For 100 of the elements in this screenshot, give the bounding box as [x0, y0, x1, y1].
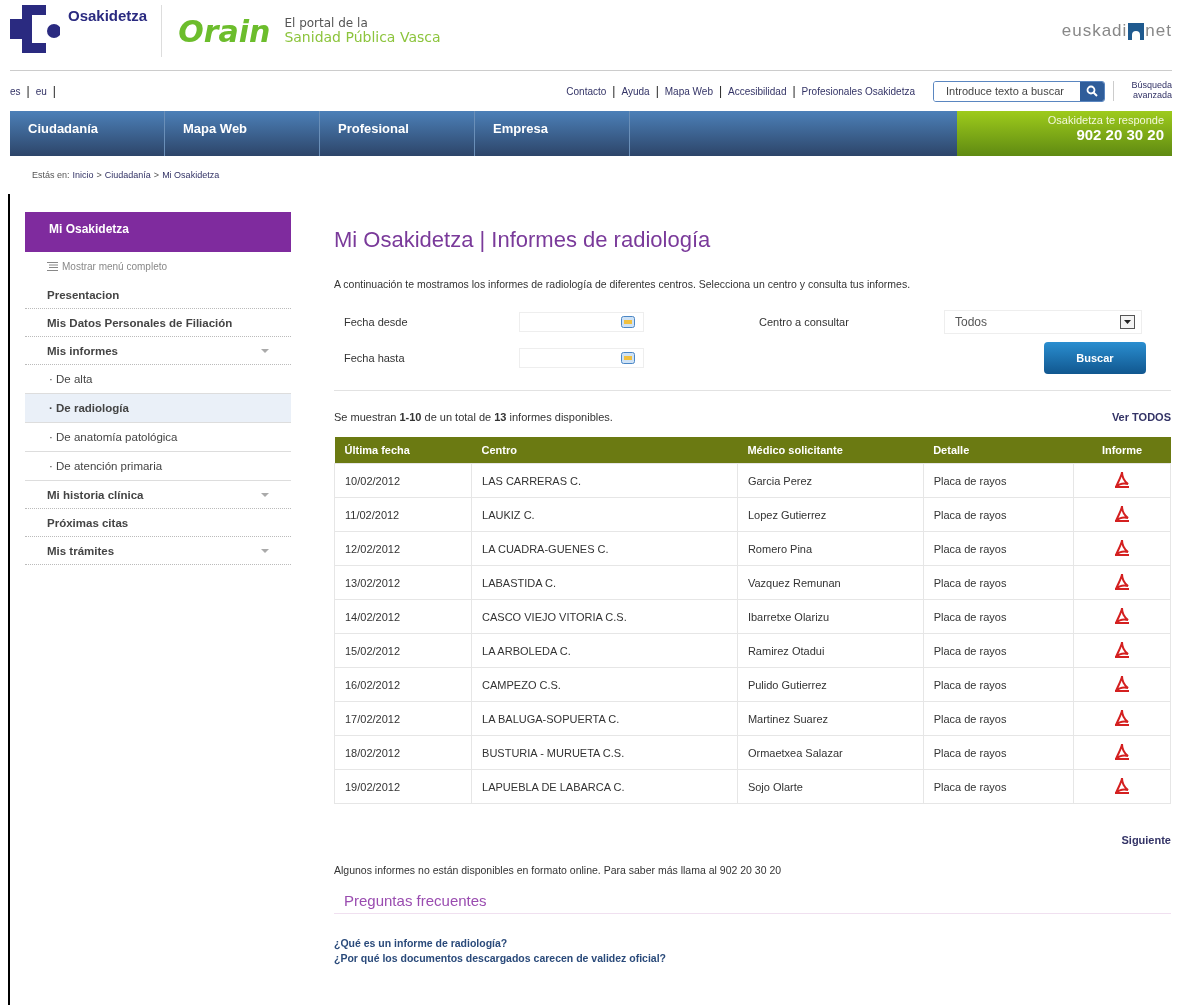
breadcrumb-link[interactable]: Ciudadanía [104, 170, 151, 180]
table-cell: Placa de rayos [923, 633, 1074, 668]
partner-logo-text: euskadi [1061, 21, 1128, 41]
brand-name: Osakidetza [68, 7, 148, 24]
pdf-icon[interactable] [1114, 504, 1131, 523]
calendar-icon[interactable] [621, 352, 635, 364]
table-cell: 10/02/2012 [334, 463, 472, 498]
search-field[interactable]: Introduce texto a buscar [933, 80, 1105, 102]
table-cell: CASCO VIEJO VITORIA C.S. [471, 599, 738, 634]
nav-item[interactable]: Profesional [320, 111, 475, 156]
column-header: Médico solicitante [737, 437, 924, 464]
link-separator: | [717, 84, 724, 98]
sidebar-title: Mi Osakidetza [25, 212, 291, 252]
nav-item[interactable]: Empresa [475, 111, 630, 156]
pdf-icon[interactable] [1114, 776, 1131, 795]
faq-link[interactable]: ¿Qué es un informe de radiología? [334, 936, 1171, 951]
table-cell: CAMPEZO C.S. [471, 667, 738, 702]
pdf-icon[interactable] [1114, 640, 1131, 659]
view-all-link[interactable]: Ver TODOS [1111, 411, 1171, 423]
sidebar-item[interactable]: Próximas citas [25, 509, 291, 537]
table-cell: Placa de rayos [923, 701, 1074, 736]
contact-label: Osakidetza te responde [1046, 114, 1164, 126]
contact-phone: 902 20 30 20 [1075, 126, 1164, 143]
sidebar-item[interactable]: Presentacion [25, 281, 291, 309]
breadcrumb-link[interactable]: Mi Osakidetza [162, 170, 220, 180]
search-button[interactable] [1080, 81, 1104, 101]
arch-icon [1128, 22, 1145, 40]
table-cell: Ibarretxe Olarizu [737, 599, 924, 634]
language-link[interactable]: es [10, 85, 21, 97]
field-label: Centro a consultar [759, 316, 850, 328]
table-cell: Sojo Olarte [737, 769, 924, 804]
link-separator: | [791, 84, 797, 98]
sidebar-item[interactable]: Mis informes [25, 337, 291, 365]
pdf-icon[interactable] [1114, 606, 1131, 625]
pdf-icon[interactable] [1114, 674, 1131, 693]
table-cell: Placa de rayos [923, 531, 1074, 566]
table-cell: Placa de rayos [923, 769, 1074, 804]
dropdown-icon [1120, 315, 1135, 329]
portal-tagline: Sanidad Pública Vasca [284, 29, 441, 46]
language-link[interactable]: eu [35, 85, 47, 97]
table-cell: 13/02/2012 [334, 565, 472, 600]
table-cell: 14/02/2012 [334, 599, 472, 634]
partner-logo-text: net [1145, 21, 1172, 41]
breadcrumb-link[interactable]: Inicio [72, 170, 94, 180]
utility-link[interactable]: Ayuda [621, 85, 650, 97]
table-cell: 19/02/2012 [334, 769, 472, 804]
link-separator: | [51, 84, 57, 98]
intro-text: A continuación te mostramos los informes de radiología de diferentes centros. Selecciona un centro y consulta tus informes. [334, 278, 912, 290]
sidebar-subitem[interactable]: · De radiología [25, 394, 291, 423]
sidebar-item[interactable]: Mis trámites [25, 537, 291, 565]
utility-link[interactable]: Contacto [566, 85, 607, 97]
table-cell: Ramirez Otadui [737, 633, 924, 668]
next-page-link[interactable]: Siguiente [1121, 834, 1171, 846]
results-summary: Se muestran 1-10 de un total de 13 informes disponibles. [334, 411, 613, 423]
table-cell: 15/02/2012 [334, 633, 472, 668]
menu-icon[interactable] [47, 262, 58, 271]
cross-logo-icon [10, 5, 60, 53]
pdf-icon[interactable] [1114, 572, 1131, 591]
table-cell: 18/02/2012 [334, 735, 472, 770]
search-button[interactable]: Buscar [1044, 342, 1146, 374]
column-header: Última fecha [334, 437, 472, 464]
utility-link[interactable]: Accesibilidad [728, 85, 787, 97]
table-cell: 11/02/2012 [334, 497, 472, 532]
table-cell: Vazquez Remunan [737, 565, 924, 600]
sidebar-item[interactable]: Mis Datos Personales de Filiación [25, 309, 291, 337]
faq-link[interactable]: ¿Por qué los documentos descargados carecen de validez oficial? [334, 951, 1171, 966]
column-header: Informe [1073, 437, 1171, 464]
table-cell: Lopez Gutierrez [737, 497, 924, 532]
utility-link[interactable]: Mapa Web [664, 85, 713, 97]
menu-toggle-link[interactable]: Mostrar menú completo [62, 261, 168, 272]
field-label: Fecha desde [344, 316, 409, 328]
date-field[interactable] [519, 312, 644, 332]
center-dropdown[interactable]: Todos [944, 310, 1142, 334]
table-cell: Garcia Perez [737, 463, 924, 498]
table-cell: LAPUEBLA DE LABARCA C. [471, 769, 738, 804]
pdf-icon[interactable] [1114, 470, 1131, 489]
sidebar-subitem[interactable]: · De anatomía patológica [25, 423, 291, 452]
date-field[interactable] [519, 348, 644, 368]
calendar-icon[interactable] [621, 316, 635, 328]
table-cell: Romero Pina [737, 531, 924, 566]
utility-link[interactable]: Profesionales Osakidetza [801, 85, 915, 97]
page-title: Mi Osakidetza | Informes de radiología [334, 227, 712, 253]
link-separator: | [25, 84, 31, 98]
pdf-icon[interactable] [1114, 538, 1131, 557]
sidebar-item[interactable]: Mi historia clínica [25, 481, 291, 509]
sidebar-subitem[interactable]: · De atención primaria [25, 452, 291, 481]
table-cell: Martinez Suarez [737, 701, 924, 736]
table-cell: LA BALUGA-SOPUERTA C. [471, 701, 738, 736]
table-cell: LA CUADRA-GUENES C. [471, 531, 738, 566]
nav-item[interactable]: Ciudadanía [10, 111, 165, 156]
table-cell: Placa de rayos [923, 735, 1074, 770]
table-cell: BUSTURIA - MURUETA C.S. [471, 735, 738, 770]
pdf-icon[interactable] [1114, 708, 1131, 727]
breadcrumb-separator: > [96, 170, 102, 180]
advanced-search-link[interactable]: Búsqueda avanzada [1113, 81, 1172, 101]
column-header: Detalle [923, 437, 1074, 464]
nav-item[interactable]: Mapa Web [165, 111, 320, 156]
table-cell: Ormaetxea Salazar [737, 735, 924, 770]
pdf-icon[interactable] [1114, 742, 1131, 761]
table-cell: LAS CARRERAS C. [471, 463, 738, 498]
